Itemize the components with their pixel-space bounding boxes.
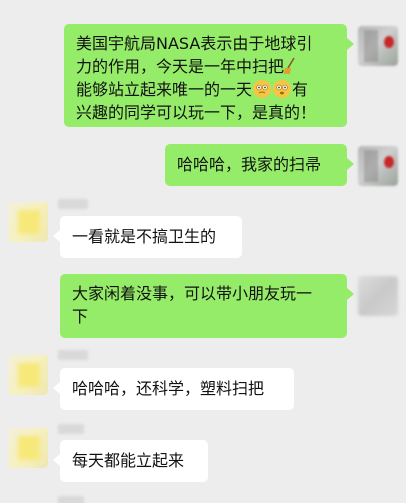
sender-name [58, 350, 88, 360]
sender-name [58, 424, 84, 434]
message-bubble-contact[interactable]: 一看就是不搞卫生的 [60, 216, 242, 258]
message-bubble-contact[interactable]: 每天都能立起来 [60, 440, 208, 482]
broom-icon [284, 57, 296, 75]
bubble-tail [53, 454, 60, 466]
avatar-self[interactable] [358, 146, 398, 186]
sender-name [58, 199, 88, 209]
avatar-contact[interactable] [8, 202, 48, 242]
avatar-self[interactable] [358, 26, 398, 66]
bubble-tail [347, 38, 354, 50]
message-line-text: 能够站立起来唯一的一天 [76, 80, 253, 99]
sender-name [58, 496, 84, 503]
message-line: 能够站立起来唯一的一天 有 [76, 78, 337, 101]
message-line: 力的作用，今天是一年中扫把 [76, 55, 337, 78]
message-text: 每天都能立起来 [72, 451, 185, 470]
avatar-self[interactable] [358, 276, 398, 316]
emoji-icon [253, 80, 272, 98]
message-bubble-contact[interactable]: 哈哈哈，还科学，塑料扫把 [60, 368, 294, 410]
chat-window: 美国宇航局NASA表示由于地球引 力的作用，今天是一年中扫把 能够站立起来唯一的… [0, 0, 406, 503]
bubble-tail [53, 230, 60, 242]
message-line: 美国宇航局NASA表示由于地球引 [76, 34, 313, 53]
message-line: 大家闲着没事，可以带小朋友玩一 [72, 284, 313, 303]
message-text: 哈哈哈，我家的扫帚 [177, 155, 322, 174]
message-line: 下 [72, 307, 89, 326]
message-text: 哈哈哈，还科学，塑料扫把 [72, 379, 265, 398]
message-bubble-self[interactable]: 大家闲着没事，可以带小朋友玩一 下 [60, 274, 347, 338]
bubble-tail [347, 158, 354, 170]
avatar-contact[interactable] [8, 355, 48, 395]
bubble-tail [53, 382, 60, 394]
message-line: 兴趣的同学可以玩一下，是真的！ [76, 103, 317, 122]
message-line-text: 有 [292, 80, 309, 99]
bubble-tail [347, 288, 354, 300]
message-bubble-self[interactable]: 哈哈哈，我家的扫帚 [165, 144, 347, 186]
avatar-contact[interactable] [8, 428, 48, 468]
message-line-text: 力的作用，今天是一年中扫把 [76, 57, 285, 76]
message-bubble-self[interactable]: 美国宇航局NASA表示由于地球引 力的作用，今天是一年中扫把 能够站立起来唯一的… [64, 24, 347, 127]
message-text: 一看就是不搞卫生的 [72, 227, 217, 246]
emoji-icon [273, 80, 292, 98]
